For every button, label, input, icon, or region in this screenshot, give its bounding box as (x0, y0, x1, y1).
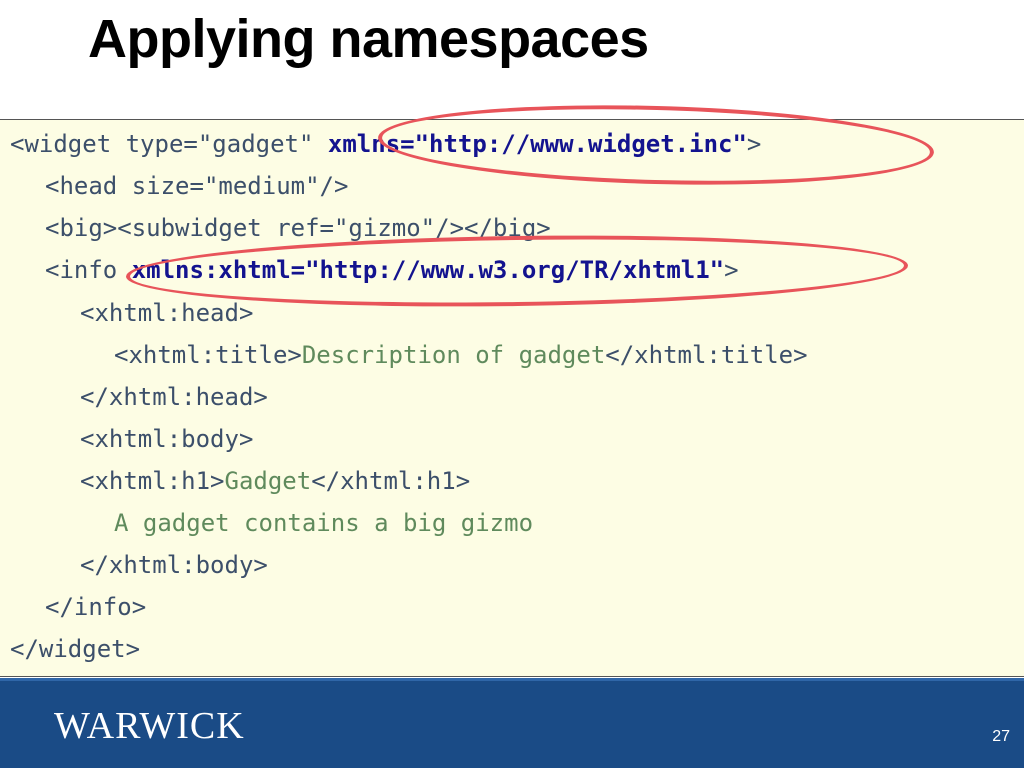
code-xhtml-title-close: </xhtml:title> (605, 341, 808, 369)
code-widget-close: </widget> (10, 635, 141, 663)
code-line-2: <head size="medium"/> (45, 172, 348, 200)
code-xhtml-h1-close: </xhtml:h1> (311, 467, 471, 495)
footer-divider (0, 678, 1024, 681)
code-info-open-close: > (724, 256, 739, 284)
code-head-tag: <head size="medium"/> (45, 172, 349, 200)
code-xhtml-title-open: <xhtml:title> (114, 341, 302, 369)
code-xhtml-body-open: <xhtml:body> (80, 425, 254, 453)
code-line-13: </widget> (10, 635, 140, 663)
code-xhtml-head-open: <xhtml:head> (80, 299, 254, 327)
code-line-8: <xhtml:body> (80, 425, 253, 453)
code-title-text: Description of gadget (301, 341, 606, 369)
code-line-7: </xhtml:head> (80, 383, 268, 411)
code-block: <widget type="gadget" xmlns="http://www.… (0, 119, 1024, 677)
slide-title: Applying namespaces (88, 9, 649, 69)
code-line-6: <xhtml:title>Description of gadget</xhtm… (114, 341, 808, 369)
code-line-11: </xhtml:body> (80, 551, 268, 579)
code-line-4: <info xmlns:xhtml="http://www.w3.org/TR/… (45, 256, 739, 284)
page-number: 27 (992, 728, 1010, 745)
code-xhtml-h1-open: <xhtml:h1> (80, 467, 225, 495)
code-info-namespace: xmlns:xhtml="http://www.w3.org/TR/xhtml1… (131, 256, 725, 284)
warwick-logo: WARWICK (54, 705, 245, 747)
code-body-text: A gadget contains a big gizmo (114, 509, 534, 537)
code-h1-text: Gadget (224, 467, 312, 495)
code-info-close: </info> (45, 593, 147, 621)
footer-bar: WARWICK 27 (0, 678, 1024, 768)
code-widget-open: <widget type="gadget" (10, 130, 328, 158)
code-info-open: <info (45, 256, 132, 284)
code-line-9: <xhtml:h1>Gadget</xhtml:h1> (80, 467, 470, 495)
code-big-tag: <big><subwidget ref="gizmo"/></big> (45, 214, 551, 242)
code-widget-namespace: xmlns="http://www.widget.inc" (327, 130, 747, 158)
code-xhtml-head-close: </xhtml:head> (80, 383, 268, 411)
code-line-3: <big><subwidget ref="gizmo"/></big> (45, 214, 551, 242)
code-line-12: </info> (45, 593, 146, 621)
code-line-5: <xhtml:head> (80, 299, 253, 327)
code-widget-open-close: > (746, 130, 762, 158)
code-line-10: A gadget contains a big gizmo (114, 509, 533, 537)
code-xhtml-body-close: </xhtml:body> (80, 551, 268, 579)
code-line-1: <widget type="gadget" xmlns="http://www.… (10, 130, 761, 158)
